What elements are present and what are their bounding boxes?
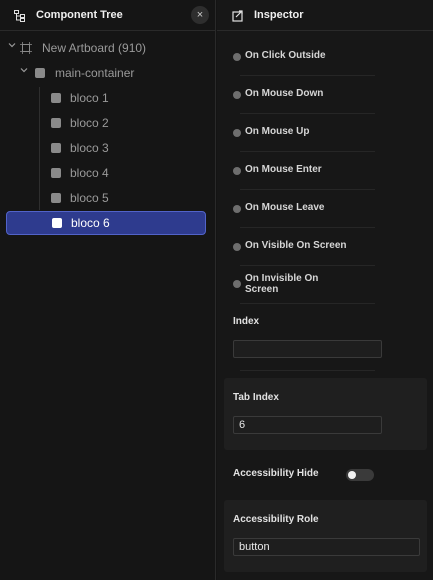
toggle-knob bbox=[348, 471, 356, 479]
inspector-title: Inspector bbox=[254, 9, 304, 21]
event-indicator-icon bbox=[233, 167, 241, 175]
inspector-icon bbox=[232, 9, 244, 22]
tree-item-block[interactable]: bloco 4 bbox=[0, 163, 215, 183]
tree-structure-icon bbox=[14, 9, 26, 22]
accessibility-role-input[interactable]: button bbox=[233, 538, 420, 556]
divider bbox=[240, 189, 375, 190]
block-label: bloco 1 bbox=[70, 91, 109, 105]
event-indicator-icon bbox=[233, 91, 241, 99]
event-label: On Invisible On Screen bbox=[245, 273, 319, 295]
accessibility-role-label: Accessibility Role bbox=[233, 514, 319, 525]
divider bbox=[240, 370, 375, 371]
component-tree-title: Component Tree bbox=[36, 9, 123, 21]
component-tree-header: Component Tree × bbox=[0, 0, 215, 31]
event-indicator-icon bbox=[233, 243, 241, 251]
block-icon bbox=[51, 193, 61, 203]
chevron-down-icon[interactable] bbox=[20, 66, 30, 76]
inspector-header: Inspector bbox=[217, 0, 433, 31]
tab-index-input[interactable]: 6 bbox=[233, 416, 382, 434]
divider bbox=[240, 303, 375, 304]
event-indicator-icon bbox=[233, 53, 241, 61]
tree-item-block[interactable]: bloco 3 bbox=[0, 138, 215, 158]
event-label: On Click Outside bbox=[245, 50, 326, 61]
divider bbox=[240, 113, 375, 114]
tree-item-block-selected[interactable]: bloco 6 bbox=[6, 211, 206, 235]
index-label: Index bbox=[233, 316, 260, 327]
event-label: On Mouse Enter bbox=[245, 164, 322, 175]
event-label: On Mouse Up bbox=[245, 126, 310, 137]
app: Component Tree × New Artboard (910) main… bbox=[0, 0, 433, 580]
block-label: bloco 2 bbox=[70, 116, 109, 130]
container-icon bbox=[35, 68, 45, 78]
event-label: On Mouse Down bbox=[245, 88, 324, 99]
divider bbox=[240, 265, 375, 266]
event-indicator-icon bbox=[233, 129, 241, 137]
component-tree-panel: Component Tree × New Artboard (910) main… bbox=[0, 0, 216, 580]
close-button[interactable]: × bbox=[191, 6, 209, 24]
divider bbox=[240, 227, 375, 228]
block-icon bbox=[51, 93, 61, 103]
block-icon bbox=[51, 168, 61, 178]
artboard-label: New Artboard (910) bbox=[42, 41, 147, 55]
block-label: bloco 6 bbox=[71, 216, 110, 230]
inspector-panel: Inspector On Click Outside On Mouse Down… bbox=[217, 0, 433, 580]
accessibility-hide-toggle[interactable] bbox=[346, 469, 374, 481]
artboard-icon bbox=[20, 42, 32, 57]
index-input[interactable] bbox=[233, 340, 382, 358]
main-container-label: main-container bbox=[55, 66, 135, 80]
tab-index-card bbox=[224, 378, 427, 450]
chevron-down-icon[interactable] bbox=[8, 41, 18, 51]
tree-item-block[interactable]: bloco 1 bbox=[0, 88, 215, 108]
event-indicator-icon bbox=[233, 280, 241, 288]
event-indicator-icon bbox=[233, 205, 241, 213]
block-icon bbox=[52, 218, 62, 228]
tree-item-block[interactable]: bloco 2 bbox=[0, 113, 215, 133]
divider bbox=[240, 75, 375, 76]
tree-item-main-container[interactable]: main-container bbox=[0, 63, 215, 83]
tree-item-artboard[interactable]: New Artboard (910) bbox=[0, 38, 215, 58]
block-label: bloco 5 bbox=[70, 191, 109, 205]
accessibility-role-card bbox=[224, 500, 427, 572]
event-label: On Visible On Screen bbox=[245, 240, 347, 251]
block-icon bbox=[51, 143, 61, 153]
divider bbox=[240, 151, 375, 152]
block-label: bloco 3 bbox=[70, 141, 109, 155]
block-label: bloco 4 bbox=[70, 166, 109, 180]
block-icon bbox=[51, 118, 61, 128]
tree-item-block[interactable]: bloco 5 bbox=[0, 188, 215, 208]
accessibility-hide-label: Accessibility Hide bbox=[233, 468, 319, 479]
tab-index-label: Tab Index bbox=[233, 392, 279, 403]
event-label: On Mouse Leave bbox=[245, 202, 325, 213]
